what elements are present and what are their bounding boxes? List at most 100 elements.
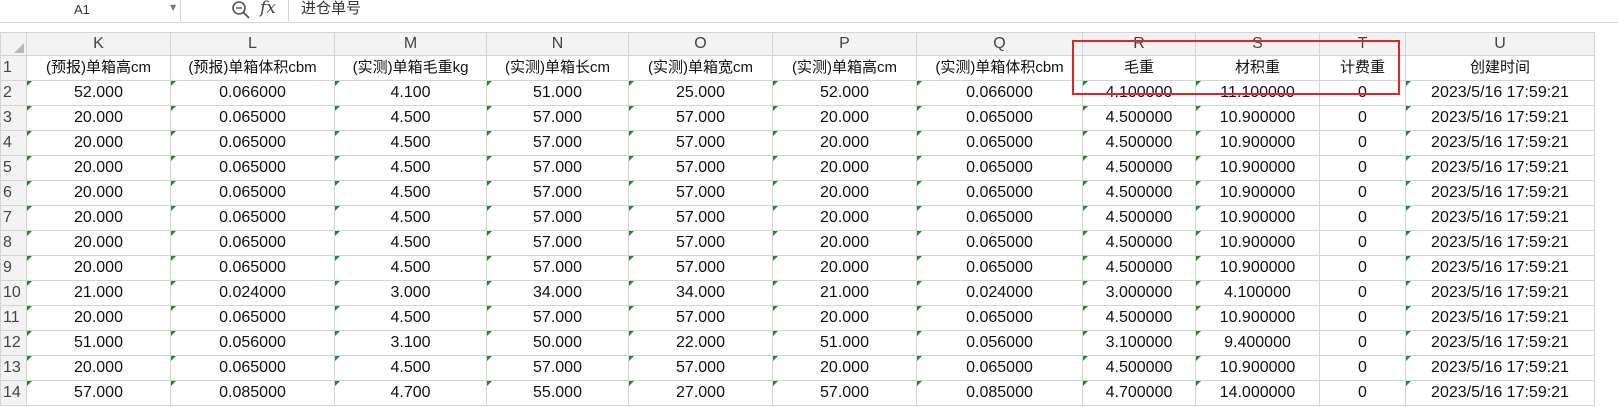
data-cell[interactable]: 3.000000 [1082,280,1196,306]
select-all-corner[interactable] [0,32,27,56]
data-cell[interactable]: 0.065000 [170,355,335,381]
data-cell[interactable]: 50.000 [486,330,629,356]
data-cell[interactable]: 4.100000 [1082,80,1196,106]
column-header-r[interactable]: R [1082,32,1196,56]
data-cell[interactable]: 20.000 [26,130,171,156]
data-cell[interactable]: 0.065000 [170,305,335,331]
data-cell[interactable]: 10.900000 [1195,130,1320,156]
data-cell[interactable]: 2023/5/16 17:59:21 [1405,130,1595,156]
data-cell[interactable]: 0.024000 [916,280,1083,306]
data-cell[interactable]: 25.000 [628,80,773,106]
data-cell[interactable]: 11.100000 [1195,80,1320,106]
column-title-cell[interactable]: (实测)单箱毛重kg [334,55,487,81]
column-header-q[interactable]: Q [916,32,1083,56]
data-cell[interactable]: 10.900000 [1195,180,1320,206]
data-cell[interactable]: 2023/5/16 17:59:21 [1405,155,1595,181]
data-cell[interactable]: 2023/5/16 17:59:21 [1405,180,1595,206]
row-header[interactable]: 7 [0,205,27,231]
data-cell[interactable]: 57.000 [628,305,773,331]
data-cell[interactable]: 0 [1319,105,1406,131]
data-cell[interactable]: 4.500 [334,130,487,156]
data-cell[interactable]: 2023/5/16 17:59:21 [1405,255,1595,281]
data-cell[interactable]: 57.000 [628,355,773,381]
column-title-cell[interactable]: 毛重 [1082,55,1196,81]
name-box-dropdown-icon[interactable]: ▼ [170,3,176,12]
column-title-cell[interactable]: 材积重 [1195,55,1320,81]
data-cell[interactable]: 57.000 [772,380,917,406]
data-cell[interactable]: 0.065000 [916,355,1083,381]
data-cell[interactable]: 57.000 [486,105,629,131]
data-cell[interactable]: 57.000 [486,155,629,181]
fx-icon[interactable]: fx [260,0,276,18]
data-cell[interactable]: 0 [1319,255,1406,281]
column-title-cell[interactable]: (实测)单箱体积cbm [916,55,1083,81]
data-cell[interactable]: 9.400000 [1195,330,1320,356]
data-cell[interactable]: 0 [1319,230,1406,256]
column-title-cell[interactable]: (预报)单箱体积cbm [170,55,335,81]
data-cell[interactable]: 4.500 [334,180,487,206]
data-cell[interactable]: 20.000 [26,305,171,331]
column-title-cell[interactable]: 创建时间 [1405,55,1595,81]
column-title-cell[interactable]: (实测)单箱高cm [772,55,917,81]
row-header[interactable]: 14 [0,380,27,406]
data-cell[interactable]: 22.000 [628,330,773,356]
column-header-u[interactable]: U [1405,32,1595,56]
data-cell[interactable]: 21.000 [772,280,917,306]
data-cell[interactable]: 0.065000 [916,155,1083,181]
data-cell[interactable]: 4.500 [334,155,487,181]
data-cell[interactable]: 0.066000 [916,80,1083,106]
data-cell[interactable]: 51.000 [486,80,629,106]
data-cell[interactable]: 3.100000 [1082,330,1196,356]
column-header-k[interactable]: K [26,32,171,56]
data-cell[interactable]: 2023/5/16 17:59:21 [1405,105,1595,131]
data-cell[interactable]: 52.000 [772,80,917,106]
data-cell[interactable]: 0.065000 [916,105,1083,131]
data-cell[interactable]: 0.065000 [916,305,1083,331]
data-cell[interactable]: 0 [1319,130,1406,156]
column-header-m[interactable]: M [334,32,487,56]
data-cell[interactable]: 0.065000 [170,255,335,281]
data-cell[interactable]: 57.000 [628,180,773,206]
data-cell[interactable]: 0.056000 [916,330,1083,356]
data-cell[interactable]: 10.900000 [1195,355,1320,381]
data-cell[interactable]: 3.100 [334,330,487,356]
data-cell[interactable]: 57.000 [628,130,773,156]
data-cell[interactable]: 0 [1319,155,1406,181]
data-cell[interactable]: 4.500000 [1082,155,1196,181]
row-header[interactable]: 1 [0,55,27,81]
data-cell[interactable]: 2023/5/16 17:59:21 [1405,380,1595,406]
data-cell[interactable]: 10.900000 [1195,230,1320,256]
column-title-cell[interactable]: (实测)单箱长cm [486,55,629,81]
data-cell[interactable]: 0.065000 [170,230,335,256]
data-cell[interactable]: 0.065000 [170,155,335,181]
data-cell[interactable]: 0.065000 [170,105,335,131]
row-header[interactable]: 5 [0,155,27,181]
data-cell[interactable]: 51.000 [26,330,171,356]
data-cell[interactable]: 4.500000 [1082,355,1196,381]
row-header[interactable]: 3 [0,105,27,131]
row-header[interactable]: 2 [0,80,27,106]
data-cell[interactable]: 4.500 [334,105,487,131]
data-cell[interactable]: 4.500000 [1082,230,1196,256]
data-cell[interactable]: 20.000 [26,180,171,206]
data-cell[interactable]: 20.000 [26,205,171,231]
data-cell[interactable]: 57.000 [486,180,629,206]
data-cell[interactable]: 4.500000 [1082,255,1196,281]
data-cell[interactable]: 4.500 [334,230,487,256]
column-header-n[interactable]: N [486,32,629,56]
data-cell[interactable]: 0.056000 [170,330,335,356]
data-cell[interactable]: 57.000 [486,205,629,231]
data-cell[interactable]: 4.500 [334,255,487,281]
data-cell[interactable]: 20.000 [26,255,171,281]
data-cell[interactable]: 57.000 [628,255,773,281]
data-cell[interactable]: 0.065000 [916,230,1083,256]
data-cell[interactable]: 0 [1319,180,1406,206]
data-cell[interactable]: 55.000 [486,380,629,406]
data-cell[interactable]: 52.000 [26,80,171,106]
column-title-cell[interactable]: 计费重 [1319,55,1406,81]
data-cell[interactable]: 34.000 [486,280,629,306]
data-cell[interactable]: 2023/5/16 17:59:21 [1405,355,1595,381]
data-cell[interactable]: 34.000 [628,280,773,306]
data-cell[interactable]: 0.065000 [916,255,1083,281]
data-cell[interactable]: 0.085000 [170,380,335,406]
